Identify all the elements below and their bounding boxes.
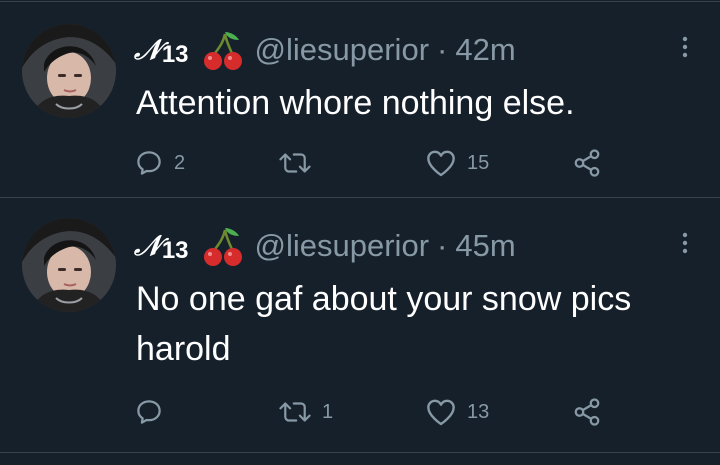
display-name-suffix[interactable]: 13 [162, 41, 189, 69]
cherries-emoji-icon [201, 28, 245, 72]
time-separator: · [437, 228, 448, 263]
divider [0, 452, 720, 453]
cherries-emoji-icon [201, 224, 245, 268]
display-name-suffix[interactable]: 13 [162, 237, 189, 265]
like-count: 13 [467, 400, 490, 423]
avatar-photo [22, 24, 116, 118]
share-button[interactable] [571, 395, 603, 429]
avatar-photo [22, 218, 116, 312]
tweet[interactable]: 𝒩 13 @liesuperior · 45m No one gaf about… [0, 198, 720, 453]
like-button[interactable]: 15 [425, 146, 489, 180]
display-name[interactable]: 𝒩 [134, 229, 161, 263]
like-button[interactable]: 13 [425, 395, 489, 429]
time-separator: · [437, 32, 448, 67]
heart-icon [427, 399, 455, 426]
retweet-button[interactable] [278, 146, 322, 180]
share-icon [574, 149, 600, 177]
share-button[interactable] [571, 146, 603, 180]
share-icon [574, 398, 600, 426]
reply-count: 2 [174, 151, 186, 174]
tweet-text: No one gaf about your snow pics harold [136, 280, 632, 368]
tweet-header: 𝒩 13 @liesuperior · 42m [134, 30, 516, 70]
retweet-icon [279, 153, 311, 173]
retweet-count: 1 [322, 400, 334, 423]
reply-button[interactable]: 2 [134, 146, 185, 180]
user-handle[interactable]: @liesuperior [255, 32, 429, 68]
more-options-icon[interactable] [678, 230, 692, 258]
tweet-actions: 1 13 [0, 395, 720, 429]
tweet-timestamp[interactable]: 42m [455, 32, 515, 68]
reply-icon [137, 400, 161, 424]
tweet-header: 𝒩 13 @liesuperior · 45m [134, 226, 516, 266]
tweet-feed: 𝒩 13 @liesuperior · 42m Attention whore … [0, 0, 720, 465]
user-handle[interactable]: @liesuperior [255, 228, 429, 264]
tweet-timestamp[interactable]: 45m [455, 228, 515, 264]
display-name[interactable]: 𝒩 [134, 33, 161, 67]
like-count: 15 [467, 151, 490, 174]
reply-icon [137, 151, 161, 175]
heart-icon [427, 150, 455, 177]
reply-button[interactable] [134, 395, 174, 429]
avatar[interactable] [22, 218, 116, 312]
tweet-text: Attention whore nothing else. [136, 84, 575, 122]
retweet-button[interactable]: 1 [278, 395, 333, 429]
tweet-actions: 2 15 [0, 146, 720, 180]
more-options-icon[interactable] [678, 34, 692, 62]
avatar[interactable] [22, 24, 116, 118]
tweet[interactable]: 𝒩 13 @liesuperior · 42m Attention whore … [0, 0, 720, 197]
retweet-icon [279, 402, 311, 422]
